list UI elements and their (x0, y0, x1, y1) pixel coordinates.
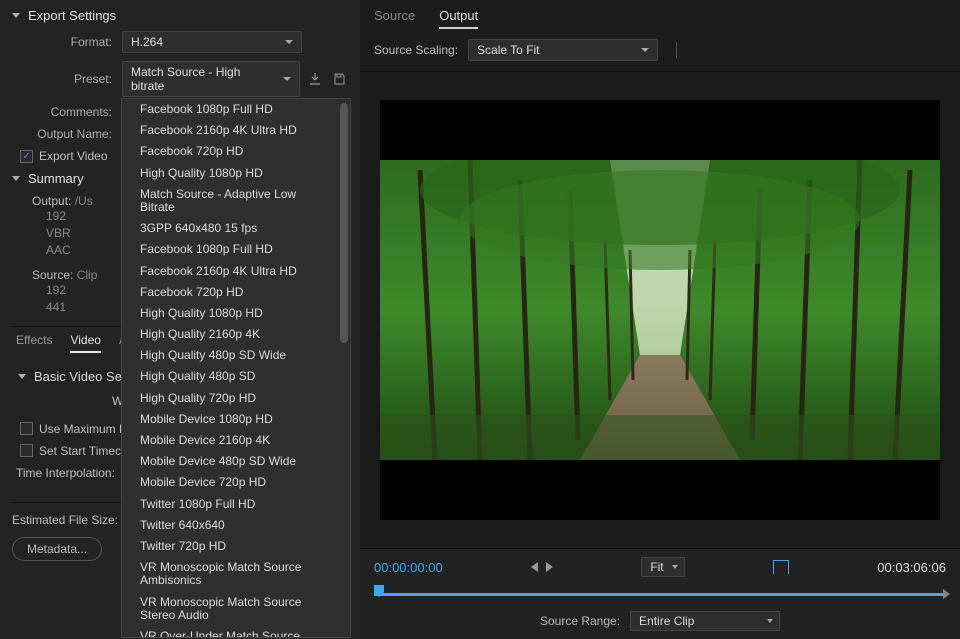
export-settings-header[interactable]: Export Settings (12, 8, 348, 23)
dropdown-scrollbar[interactable] (340, 103, 348, 343)
format-value: H.264 (131, 35, 163, 49)
preset-option[interactable]: VR Monoscopic Match Source Stereo Audio (122, 592, 350, 626)
preset-dropdown-menu: Facebook 1080p Full HDFacebook 2160p 4K … (121, 98, 351, 638)
prev-frame-icon[interactable] (531, 562, 538, 572)
preset-option[interactable]: High Quality 1080p HD (122, 163, 350, 184)
preset-value: Match Source - High bitrate (131, 65, 240, 93)
tab-output[interactable]: Output (439, 8, 478, 29)
export-settings-title: Export Settings (28, 8, 116, 23)
preset-option[interactable]: VR Over-Under Match Source Ambisonics (122, 626, 350, 638)
chevron-down-icon (12, 176, 20, 181)
tab-video[interactable]: Video (70, 333, 100, 353)
preset-option[interactable]: 3GPP 640x480 15 fps (122, 218, 350, 239)
preset-option[interactable]: Mobile Device 720p HD (122, 472, 350, 493)
preview-area (360, 72, 960, 548)
preset-option[interactable]: Match Source - Adaptive Low Bitrate (122, 184, 350, 218)
source-range-label: Source Range: (540, 614, 620, 628)
save-preset-icon[interactable] (330, 70, 348, 88)
preset-option[interactable]: High Quality 720p HD (122, 388, 350, 409)
max-render-checkbox[interactable] (20, 422, 33, 435)
timecode-current[interactable]: 00:00:00:00 (374, 560, 443, 575)
preset-option[interactable]: High Quality 1080p HD (122, 303, 350, 324)
chevron-down-icon (18, 374, 26, 379)
divider (676, 42, 677, 58)
preset-option[interactable]: Twitter 720p HD (122, 536, 350, 557)
comments-label: Comments: (12, 105, 122, 119)
export-video-label: Export Video (39, 149, 108, 163)
preset-option[interactable]: High Quality 480p SD (122, 366, 350, 387)
export-video-checkbox[interactable] (20, 150, 33, 163)
chevron-down-icon (12, 13, 20, 18)
preset-option[interactable]: Facebook 720p HD (122, 282, 350, 303)
est-size-label: Estimated File Size: (12, 513, 118, 527)
preset-option[interactable]: Facebook 2160p 4K Ultra HD (122, 120, 350, 141)
preset-dropdown[interactable]: Match Source - High bitrate (122, 61, 300, 97)
basic-video-title: Basic Video Setti (34, 369, 132, 384)
timeline[interactable] (374, 585, 946, 603)
preset-option[interactable]: VR Monoscopic Match Source Ambisonics (122, 557, 350, 591)
tab-effects[interactable]: Effects (16, 333, 52, 353)
next-frame-icon[interactable] (546, 562, 553, 572)
format-dropdown[interactable]: H.264 (122, 31, 302, 53)
summary-output-label: Output: (32, 194, 71, 208)
preset-option[interactable]: High Quality 480p SD Wide (122, 345, 350, 366)
preset-option[interactable]: Twitter 1080p Full HD (122, 494, 350, 515)
summary-title: Summary (28, 171, 84, 186)
format-label: Format: (12, 35, 122, 49)
preview-frame (380, 100, 940, 520)
source-scaling-label: Source Scaling: (374, 43, 458, 57)
preset-label: Preset: (12, 72, 122, 86)
start-timecode-checkbox[interactable] (20, 444, 33, 457)
tab-source[interactable]: Source (374, 8, 415, 29)
preset-option[interactable]: Facebook 720p HD (122, 141, 350, 162)
preset-option[interactable]: Mobile Device 480p SD Wide (122, 451, 350, 472)
preset-option[interactable]: Facebook 2160p 4K Ultra HD (122, 261, 350, 282)
safe-margins-icon[interactable] (773, 560, 789, 574)
metadata-button[interactable]: Metadata... (12, 537, 102, 561)
preset-option[interactable]: Facebook 1080p Full HD (122, 99, 350, 120)
video-preview-image (380, 160, 940, 460)
preset-option[interactable]: High Quality 2160p 4K (122, 324, 350, 345)
preview-panel: Source Output Source Scaling: Scale To F… (360, 0, 960, 639)
preset-option[interactable]: Mobile Device 2160p 4K (122, 430, 350, 451)
timeline-end-icon[interactable] (943, 589, 950, 599)
output-name-label: Output Name: (12, 127, 122, 141)
import-preset-icon[interactable] (306, 70, 324, 88)
time-interp-label: Time Interpolation: (16, 466, 115, 480)
playback-controls: 00:00:00:00 Fit 00:03:06:06 Source Range… (360, 548, 960, 639)
timecode-duration: 00:03:06:06 (877, 560, 946, 575)
zoom-fit-dropdown[interactable]: Fit (641, 557, 684, 577)
source-scaling-dropdown[interactable]: Scale To Fit (468, 39, 658, 61)
preset-option[interactable]: Facebook 1080p Full HD (122, 239, 350, 260)
preset-option[interactable]: Twitter 640x640 (122, 515, 350, 536)
summary-source-label: Source: (32, 268, 73, 282)
source-scaling-value: Scale To Fit (477, 43, 539, 57)
preset-option[interactable]: Mobile Device 1080p HD (122, 409, 350, 430)
export-settings-panel: Export Settings Format: H.264 Preset: Ma… (0, 0, 360, 639)
source-range-dropdown[interactable]: Entire Clip (630, 611, 780, 631)
timeline-track[interactable] (374, 593, 946, 596)
